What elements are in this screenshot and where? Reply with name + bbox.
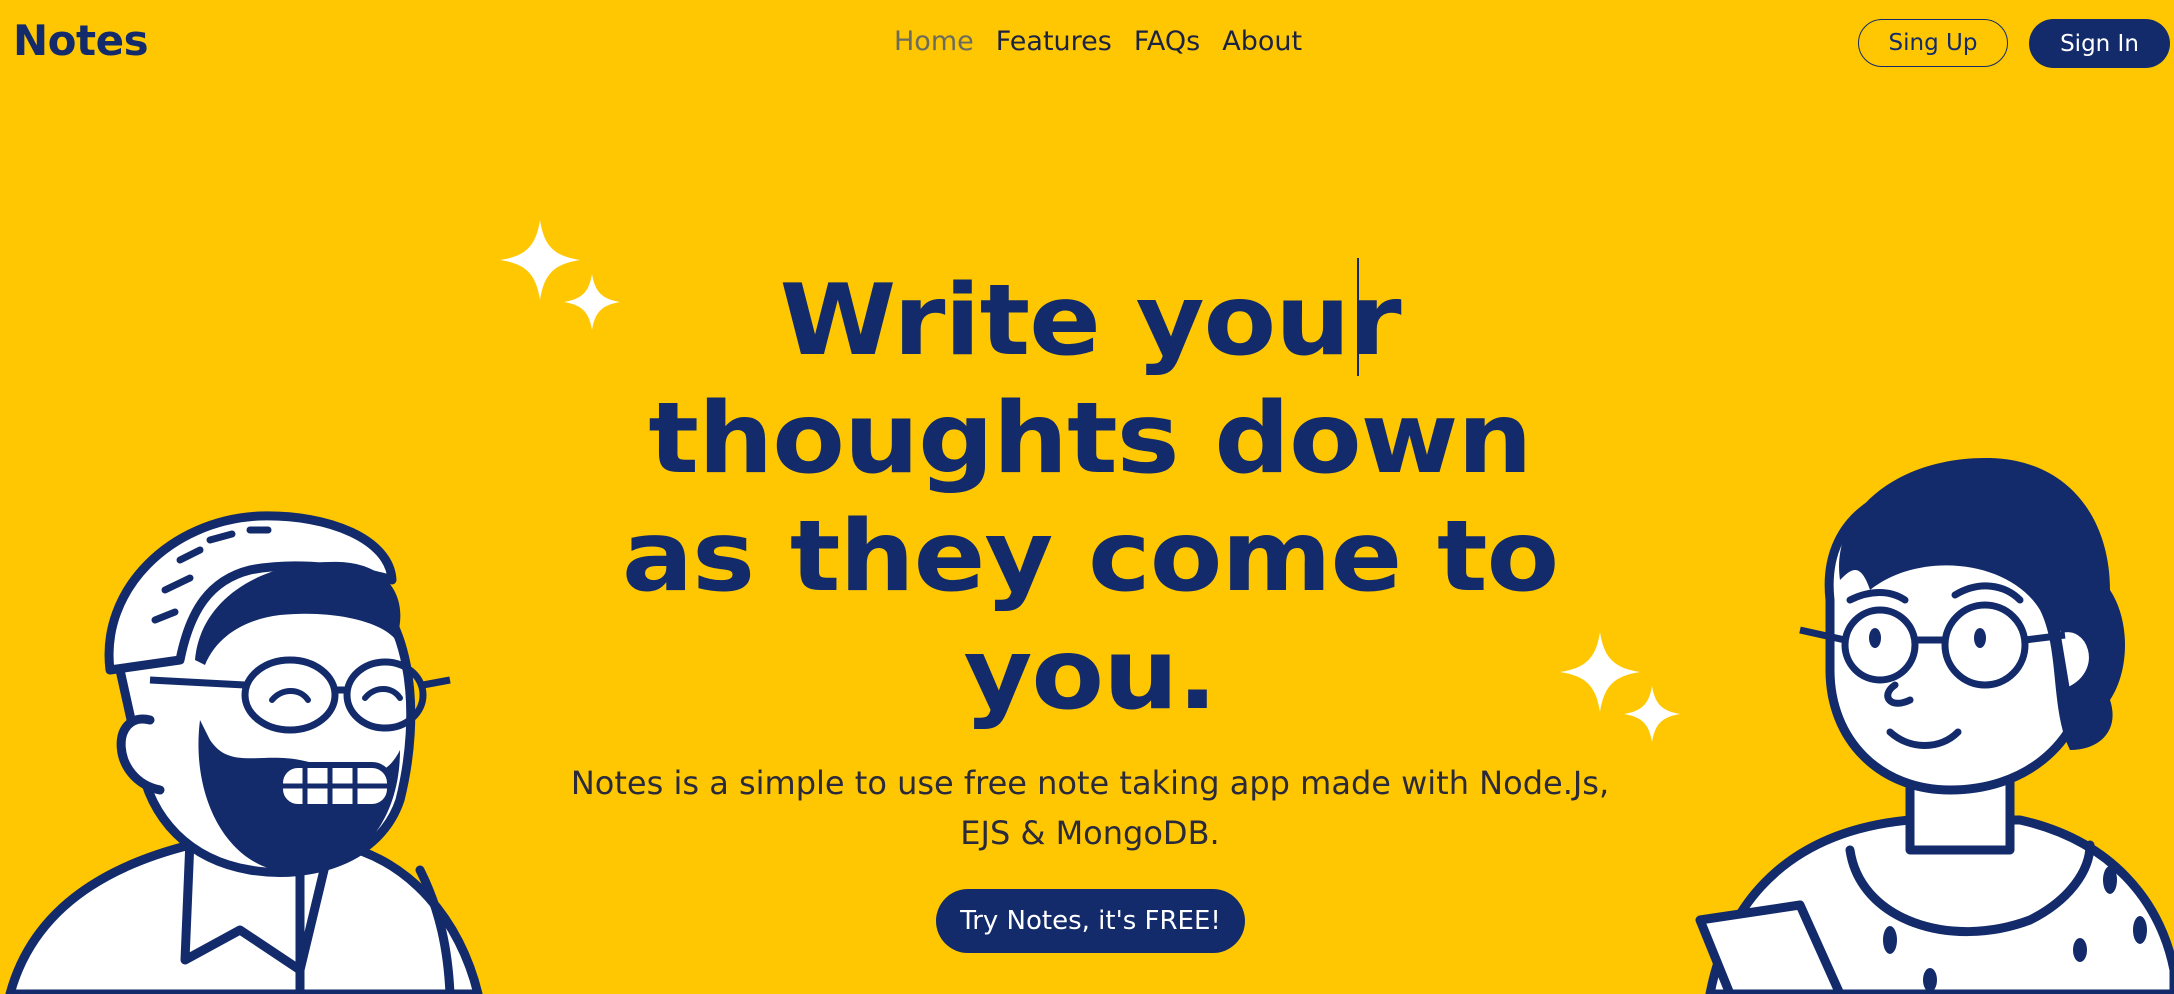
nav-features[interactable]: Features — [996, 26, 1112, 57]
main-nav: Home Features FAQs About — [894, 26, 1302, 57]
hero-title: Write your thoughts down as they come to… — [539, 262, 1641, 734]
landing-page: Notes Home Features FAQs About Sing Up S… — [0, 0, 2174, 994]
hero-description-line: EJS & MongoDB. — [960, 814, 1220, 852]
hero-description-line: Notes is a simple to use free note takin… — [570, 764, 1610, 802]
sign-up-button[interactable]: Sing Up — [1858, 19, 2008, 67]
try-notes-button[interactable]: Try Notes, it's FREE! — [936, 889, 1245, 953]
logo[interactable]: Notes — [13, 16, 149, 65]
hero-title-line: thoughts down — [648, 382, 1532, 496]
sign-in-button[interactable]: Sign In — [2029, 19, 2170, 68]
hero-title-line: as they come to — [621, 500, 1559, 614]
woman-illustration — [1695, 457, 2174, 994]
hero-title-line: you. — [963, 618, 1218, 732]
nav-home[interactable]: Home — [894, 26, 974, 57]
nav-about[interactable]: About — [1222, 26, 1302, 57]
man-illustration — [5, 511, 483, 994]
text-cursor — [1357, 258, 1359, 376]
hero-title-line: Write your — [779, 264, 1401, 378]
hero-description: Notes is a simple to use free note takin… — [540, 758, 1640, 858]
nav-faqs[interactable]: FAQs — [1134, 26, 1200, 57]
